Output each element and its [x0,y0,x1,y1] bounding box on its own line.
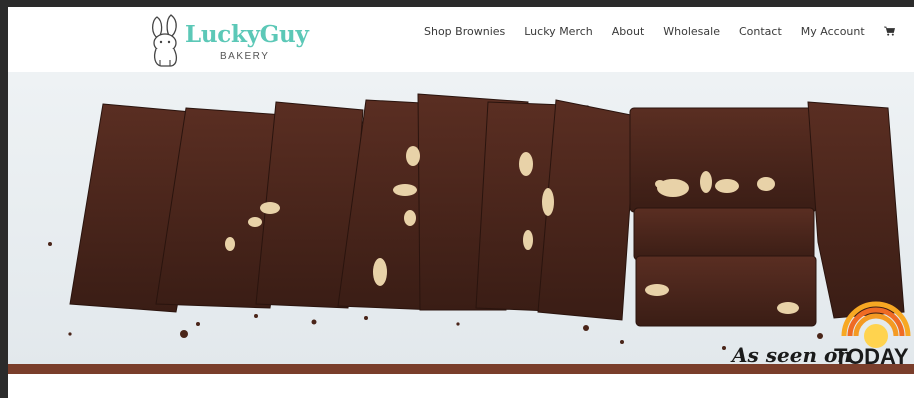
site-header: LuckyGuy BAKERY Shop Brownies Lucky Merc… [8,7,914,71]
nav-my-account[interactable]: My Account [801,25,865,38]
brand-name: LuckyGuy [185,21,309,48]
nav-shop-brownies[interactable]: Shop Brownies [424,25,505,38]
hero-brownies-image: As seen on TODAY [8,72,914,374]
hero-banner[interactable]: As seen on TODAY [8,72,914,374]
content-strip [8,374,914,398]
site-logo[interactable]: LuckyGuy BAKERY [149,13,309,67]
nav-contact[interactable]: Contact [739,25,782,38]
svg-text:TODAY: TODAY [834,344,909,369]
brand-tagline: BAKERY [220,51,270,62]
main-nav: Shop Brownies Lucky Merch About Wholesal… [424,7,895,55]
cart-icon[interactable] [883,26,895,36]
bunny-logo-icon [151,14,178,67]
nav-wholesale[interactable]: Wholesale [663,25,720,38]
nav-about[interactable]: About [612,25,645,38]
nav-lucky-merch[interactable]: Lucky Merch [524,25,593,38]
page: LuckyGuy BAKERY Shop Brownies Lucky Merc… [8,7,914,398]
